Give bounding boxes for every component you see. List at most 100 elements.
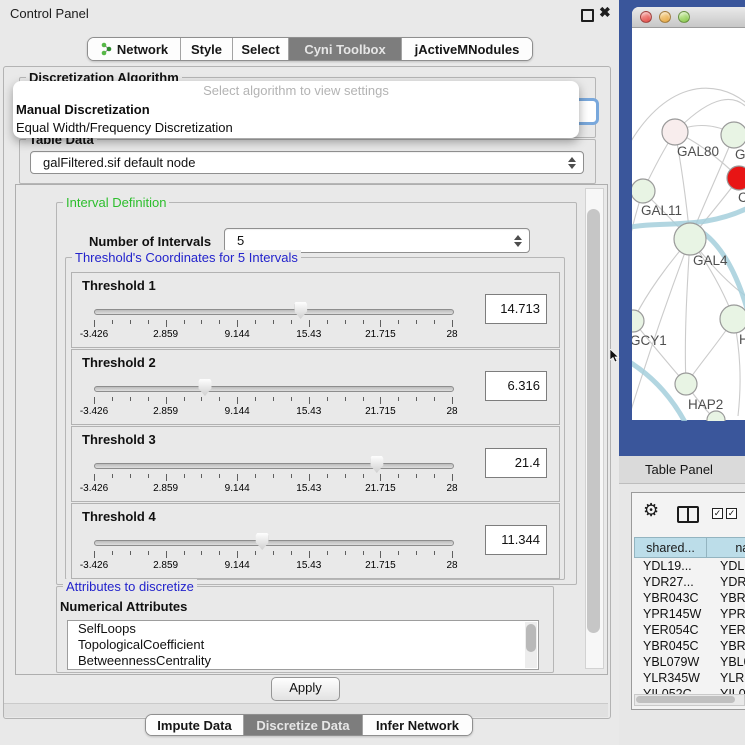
node-table[interactable]: shared...name YDL19...YDL1YDR27...YDR2YB… <box>634 537 745 694</box>
threshold-value-field[interactable]: 21.4 <box>485 448 547 478</box>
threshold-panel: Threshold 1-3.4262.8599.14415.4321.71528… <box>71 272 560 348</box>
network-node[interactable] <box>721 122 745 148</box>
tab-label: Impute Data <box>157 718 231 733</box>
minimize-window-icon[interactable] <box>659 11 671 23</box>
network-canvas[interactable]: GAL80GAL1GAL11GAL4GCY1HHAP2C <box>632 28 745 421</box>
network-node-label: C <box>738 190 745 205</box>
table-row[interactable]: YBL079WYBL0 <box>634 654 745 670</box>
slider-thumb[interactable] <box>256 533 269 550</box>
network-window-titlebar[interactable] <box>632 7 745 28</box>
threshold-value-field[interactable]: 11.344 <box>485 525 547 555</box>
table-row[interactable]: YDL19...YDL1 <box>634 558 745 574</box>
algorithm-option[interactable]: Manual Discretization <box>13 101 579 119</box>
threshold-slider[interactable]: -3.4262.8599.14415.4321.71528 <box>94 378 452 420</box>
network-node[interactable] <box>727 166 745 190</box>
tick-mark <box>166 320 167 327</box>
close-window-icon[interactable] <box>640 11 652 23</box>
number-of-intervals-label: Number of Intervals <box>89 234 211 249</box>
table-row[interactable]: YBR045CYBR0 <box>634 638 745 654</box>
threshold-value-field[interactable]: 6.316 <box>485 371 547 401</box>
tab-network[interactable]: Network <box>88 38 180 60</box>
tick-mark <box>345 474 346 478</box>
tick-mark <box>94 551 95 558</box>
tab-cyni-toolbox[interactable]: Cyni Toolbox <box>288 38 401 60</box>
attribute-list-item[interactable]: BetweennessCentrality <box>68 653 538 669</box>
slider-thumb[interactable] <box>370 456 383 473</box>
tab-infer-network[interactable]: Infer Network <box>362 715 472 735</box>
tab-discretize-data[interactable]: Discretize Data <box>243 715 362 735</box>
tick-mark <box>130 397 131 401</box>
table-row[interactable]: YIL052CYIL0 <box>634 686 745 694</box>
algorithm-popup-hint: Select algorithm to view settings <box>13 81 579 101</box>
app-root: Control Panel ✖ NetworkStyleSelectCyni T… <box>0 0 745 745</box>
tick-label: 2.859 <box>153 560 178 571</box>
tick-mark <box>309 551 310 558</box>
table-row[interactable]: YLR345WYLR3 <box>634 670 745 686</box>
scrollbar-thumb[interactable] <box>587 209 600 633</box>
table-panel-title: Table Panel <box>619 456 745 484</box>
network-node[interactable] <box>662 119 688 145</box>
checkbox-icon[interactable]: ✓ <box>712 508 723 519</box>
tab-impute-data[interactable]: Impute Data <box>146 715 243 735</box>
threshold-slider[interactable]: -3.4262.8599.14415.4321.71528 <box>94 455 452 497</box>
network-edge <box>685 239 690 384</box>
attribute-list-item[interactable]: SelfLoops <box>68 621 538 637</box>
network-node[interactable] <box>675 373 697 395</box>
tick-mark <box>380 474 381 481</box>
network-node[interactable] <box>632 179 655 203</box>
checkbox-icon[interactable]: ✓ <box>726 508 737 519</box>
panel-title: Control Panel <box>10 6 89 21</box>
table-cell: YDR2 <box>707 574 745 590</box>
threshold-slider[interactable]: -3.4262.8599.14415.4321.71528 <box>94 301 452 343</box>
threshold-value-field[interactable]: 14.713 <box>485 294 547 324</box>
apply-button[interactable]: Apply <box>271 677 340 701</box>
zoom-window-icon[interactable] <box>678 11 690 23</box>
threshold-slider[interactable]: -3.4262.8599.14415.4321.71528 <box>94 532 452 574</box>
slider-track <box>94 386 454 392</box>
network-node[interactable] <box>674 223 706 255</box>
table-data-combobox[interactable]: galFiltered.sif default node <box>30 151 584 174</box>
network-node-label: GAL1 <box>735 147 745 162</box>
panel-scrollbar[interactable] <box>585 188 604 669</box>
tick-mark <box>112 320 113 324</box>
table-row[interactable]: YDR27...YDR2 <box>634 574 745 590</box>
table-horizontal-scrollbar[interactable] <box>634 694 745 706</box>
table-row[interactable]: YPR145WYPR1 <box>634 606 745 622</box>
tab-style[interactable]: Style <box>180 38 232 60</box>
tick-mark <box>237 397 238 404</box>
network-node[interactable] <box>632 310 644 332</box>
tab-jactivemnodules[interactable]: jActiveMNodules <box>401 38 532 60</box>
tick-mark <box>327 551 328 555</box>
column-layout-icon[interactable] <box>677 506 699 523</box>
network-node[interactable] <box>707 411 725 421</box>
interval-definition-group: Interval Definition Number of Intervals … <box>56 202 577 585</box>
float-icon[interactable] <box>581 9 594 22</box>
slider-thumb[interactable] <box>198 379 211 396</box>
tick-mark <box>416 397 417 401</box>
settings-gear-icon[interactable]: ⚙ <box>643 501 659 519</box>
table-cell: YPR1 <box>707 606 745 622</box>
table-row[interactable]: YER054CYER0 <box>634 622 745 638</box>
table-cell: YDL19... <box>634 558 707 574</box>
numerical-attributes-list[interactable]: SelfLoopsTopologicalCoefficientBetweenne… <box>67 620 539 670</box>
tick-mark <box>327 397 328 401</box>
list-scrollbar[interactable] <box>525 622 537 668</box>
tick-mark <box>273 397 274 401</box>
table-column-header[interactable]: name <box>706 537 745 558</box>
tick-mark <box>434 551 435 555</box>
table-row[interactable]: YBR043CYBR0 <box>634 590 745 606</box>
algorithm-option[interactable]: Equal Width/Frequency Discretization <box>13 119 579 137</box>
tick-mark <box>184 551 185 555</box>
table-column-header[interactable]: shared... <box>634 537 707 558</box>
tick-mark <box>112 474 113 478</box>
network-node[interactable] <box>720 305 745 333</box>
tick-mark <box>201 551 202 555</box>
tab-select[interactable]: Select <box>232 38 288 60</box>
network-window[interactable]: GAL80GAL1GAL11GAL4GCY1HHAP2C <box>632 7 745 420</box>
scrollbar-thumb[interactable] <box>636 696 735 703</box>
attribute-list-item[interactable]: TopologicalCoefficient <box>68 637 538 653</box>
slider-thumb[interactable] <box>294 302 307 319</box>
close-icon[interactable]: ✖ <box>599 4 611 21</box>
tick-mark <box>309 474 310 481</box>
right-region: GAL80GAL1GAL11GAL4GCY1HHAP2C Table Panel… <box>619 0 745 745</box>
